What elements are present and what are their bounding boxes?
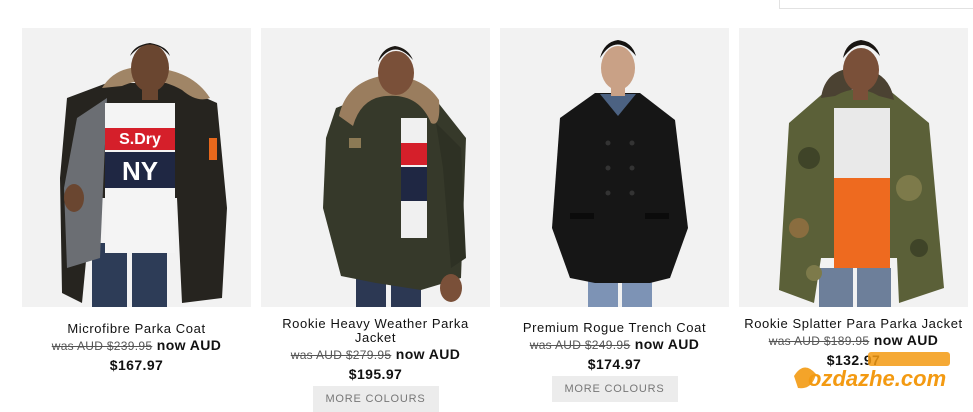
watermark-text: ozdazhe.com xyxy=(808,366,946,391)
now-label: now AUD xyxy=(156,337,222,353)
sale-price: $195.97 xyxy=(348,366,403,382)
was-price: was AUD $239.95 xyxy=(51,339,153,353)
sale-price: $167.97 xyxy=(109,357,164,373)
product-image[interactable] xyxy=(739,28,968,307)
more-colours-button[interactable]: MORE COLOURS xyxy=(312,386,439,412)
price-line: was AUD $249.95 now AUD xyxy=(500,335,729,354)
product-title[interactable]: Microfibre Parka Coat xyxy=(26,322,247,336)
price-line: was AUD $189.95 now AUD xyxy=(739,331,968,350)
product-image[interactable] xyxy=(261,28,490,307)
product-card[interactable]: S.Dry NY Microfibre Parka Coat was AUD $… xyxy=(22,28,251,375)
product-card[interactable]: Rookie Heavy Weather Parka Jacket was AU… xyxy=(261,28,490,412)
was-price: was AUD $279.95 xyxy=(290,348,392,362)
price-line: was AUD $279.95 now AUD xyxy=(261,345,490,364)
tee-print-ny: NY xyxy=(122,156,158,186)
more-colours-button[interactable]: MORE COLOURS xyxy=(551,376,678,402)
sale-price: $174.97 xyxy=(587,356,642,372)
price-line: was AUD $239.95 now AUD xyxy=(22,336,251,355)
watermark-logo: ozdazhe.com xyxy=(790,352,950,398)
product-title[interactable]: Premium Rogue Trench Coat xyxy=(504,321,725,335)
now-label: now AUD xyxy=(873,332,939,348)
product-title[interactable]: Rookie Splatter Para Parka Jacket xyxy=(743,317,964,331)
was-price: was AUD $189.95 xyxy=(768,334,870,348)
product-card[interactable]: Premium Rogue Trench Coat was AUD $249.9… xyxy=(500,28,729,402)
now-label: now AUD xyxy=(395,346,461,362)
product-image[interactable]: S.Dry NY xyxy=(22,28,251,307)
product-image[interactable] xyxy=(500,28,729,307)
product-card[interactable]: Rookie Splatter Para Parka Jacket was AU… xyxy=(739,28,968,370)
product-title[interactable]: Rookie Heavy Weather Parka Jacket xyxy=(265,317,486,345)
now-label: now AUD xyxy=(634,336,700,352)
was-price: was AUD $249.95 xyxy=(529,338,631,352)
top-search-box[interactable] xyxy=(779,0,973,9)
tee-print-sdry: S.Dry xyxy=(119,131,161,148)
